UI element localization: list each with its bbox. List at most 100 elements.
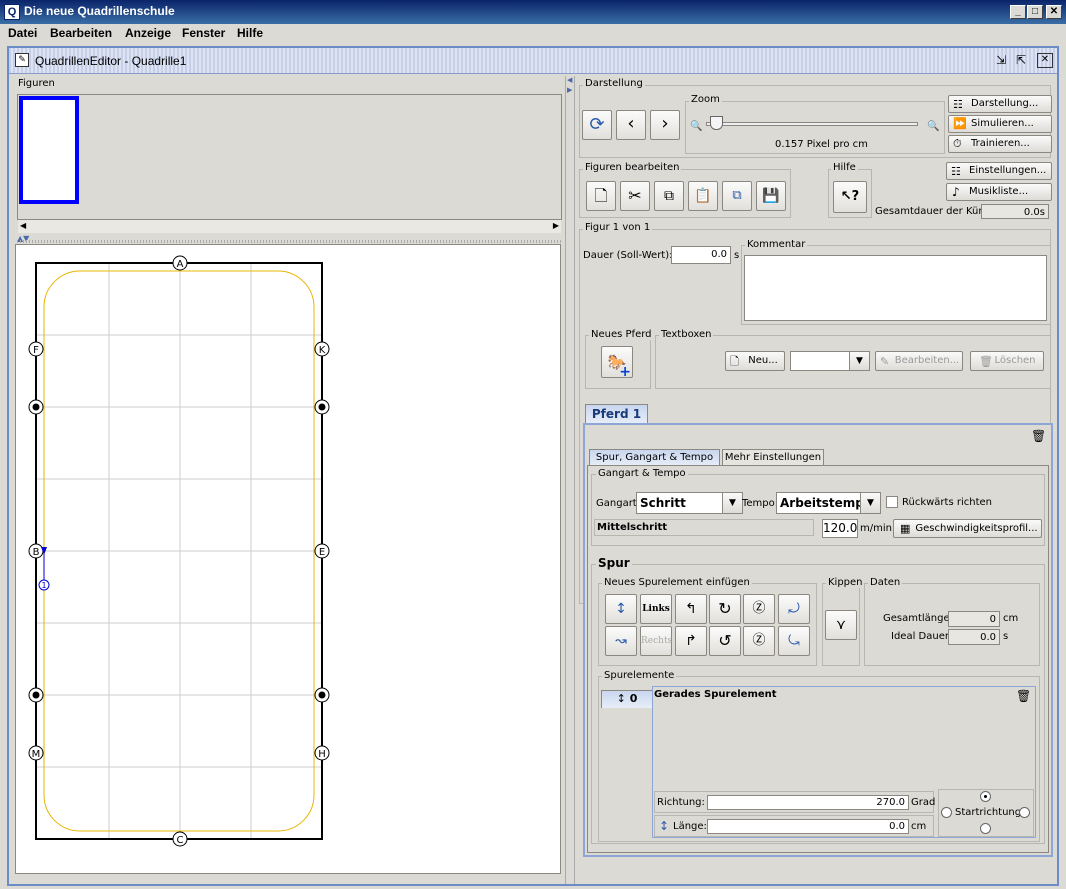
tempo-select[interactable]: Arbeitstempo ▼ bbox=[776, 492, 881, 514]
tab-mehr-einstellungen[interactable]: Mehr Einstellungen bbox=[722, 449, 824, 466]
splitter[interactable] bbox=[17, 240, 561, 243]
delete-element-icon[interactable]: 🗑 bbox=[1016, 689, 1031, 703]
turn-bottom-button[interactable]: ⤿ bbox=[778, 626, 810, 656]
paste-button[interactable]: 📋 bbox=[688, 181, 718, 211]
gesamtlaenge-unit: cm bbox=[1003, 613, 1019, 624]
turn-top-button[interactable]: ⤾ bbox=[778, 594, 810, 624]
z-circle-icon: Ⓩ bbox=[752, 601, 766, 616]
textbox-select[interactable]: ▼ bbox=[790, 351, 870, 371]
copy-button[interactable]: ⧉ bbox=[654, 181, 684, 211]
startrichtung-up-radio[interactable] bbox=[980, 791, 991, 802]
startrichtung-left-radio[interactable] bbox=[941, 807, 952, 818]
tab-spur-gangart-tempo[interactable]: Spur, Gangart & Tempo bbox=[589, 449, 720, 466]
circle-left-button[interactable]: ↻ bbox=[709, 594, 741, 624]
previous-figure-button[interactable]: ‹ bbox=[616, 110, 646, 140]
volte-left-button[interactable]: Ⓩ bbox=[743, 594, 775, 624]
pane-divider[interactable]: ◀ ▶ bbox=[565, 76, 575, 884]
menu-datei[interactable]: Datei bbox=[8, 26, 37, 40]
copy-icon: ⧉ bbox=[664, 188, 674, 204]
chevron-down-icon[interactable]: ▼ bbox=[849, 352, 869, 370]
menu-bar: Datei Bearbeiten Anzeige Fenster Hilfe bbox=[0, 24, 1066, 44]
zoom-in-icon[interactable]: 🔍 bbox=[927, 121, 939, 132]
editor-close-icon[interactable]: ✕ bbox=[1037, 53, 1053, 68]
menu-hilfe[interactable]: Hilfe bbox=[237, 26, 263, 40]
restore-icon[interactable]: ⇱ bbox=[1013, 53, 1029, 68]
menu-bearbeiten[interactable]: Bearbeiten bbox=[50, 26, 112, 40]
new-document-icon: 🗋 bbox=[594, 186, 608, 205]
free-curve-button[interactable]: ↝ bbox=[605, 626, 637, 656]
letter-k: K bbox=[319, 345, 326, 356]
startrichtung-down-radio[interactable] bbox=[980, 823, 991, 834]
speed-unit: m/min bbox=[860, 523, 892, 534]
figuren-scrollbar[interactable]: ◀ ▶ bbox=[18, 219, 561, 233]
divider-right-icon[interactable]: ▶ bbox=[567, 86, 572, 94]
delete-horse-icon[interactable]: 🗑 bbox=[1031, 429, 1046, 443]
editor-header: ✎ QuadrillenEditor - Quadrille1 ⇲ ⇱ ✕ bbox=[9, 48, 1057, 74]
circle-arrow-icon: ↺ bbox=[718, 631, 732, 650]
turn-icon: ⤿ bbox=[788, 633, 800, 649]
simulieren-button[interactable]: ⏩ Simulieren... bbox=[948, 115, 1052, 133]
figure-thumbnail[interactable] bbox=[19, 96, 79, 204]
list-settings-icon: ☷ bbox=[953, 98, 963, 111]
textbox-loeschen-button[interactable]: 🗑 Löschen bbox=[970, 351, 1044, 371]
iconify-icon[interactable]: ⇲ bbox=[993, 53, 1009, 68]
scroll-right-icon[interactable]: ▶ bbox=[553, 221, 559, 230]
zoom-out-icon[interactable]: 🔍 bbox=[690, 121, 702, 132]
spurelement-tab-0[interactable]: ↕ 0 bbox=[601, 690, 653, 708]
refresh-button[interactable]: ⟳ bbox=[582, 110, 612, 140]
tab-pferd-1[interactable]: Pferd 1 bbox=[585, 404, 648, 424]
chevron-down-icon[interactable]: ▼ bbox=[722, 493, 742, 513]
next-figure-button[interactable]: › bbox=[650, 110, 680, 140]
straight-element-button[interactable]: ↕ bbox=[605, 594, 637, 624]
kippen-label: Kippen bbox=[826, 577, 865, 588]
ideal-dauer-value: 0.0 bbox=[948, 629, 1000, 645]
quadrillen-editor-frame: ✎ QuadrillenEditor - Quadrille1 ⇲ ⇱ ✕ Fi… bbox=[7, 46, 1059, 886]
arena-canvas[interactable]: A C F B M K E H 1 bbox=[15, 244, 561, 874]
kippen-button[interactable]: ⋎ bbox=[825, 610, 857, 640]
duplicate-button[interactable]: ⧉ bbox=[722, 181, 752, 211]
close-button[interactable]: ✕ bbox=[1046, 5, 1062, 19]
musikliste-button[interactable]: ♪ Musikliste... bbox=[946, 183, 1052, 201]
einstellungen-button[interactable]: ☷ Einstellungen... bbox=[946, 162, 1052, 180]
links-button[interactable]: Links bbox=[640, 594, 672, 624]
minimize-button[interactable]: _ bbox=[1010, 5, 1026, 19]
arc-right-button[interactable]: ↱ bbox=[675, 626, 707, 656]
scroll-left-icon[interactable]: ◀ bbox=[20, 221, 26, 230]
zoom-slider-thumb[interactable] bbox=[710, 116, 723, 130]
rueckwaerts-checkbox[interactable] bbox=[886, 496, 898, 508]
turn-icon: ⤾ bbox=[788, 601, 800, 617]
startrichtung-right-radio[interactable] bbox=[1019, 807, 1030, 818]
arena-grid bbox=[36, 263, 322, 839]
chevron-down-icon[interactable]: ▼ bbox=[860, 493, 880, 513]
textbox-bearbeiten-button[interactable]: ✎ Bearbeiten... bbox=[875, 351, 963, 371]
new-horse-button[interactable]: 🐎 + bbox=[601, 346, 633, 379]
cut-button[interactable]: ✂ bbox=[620, 181, 650, 211]
save-button[interactable]: 💾 bbox=[756, 181, 786, 211]
maximize-button[interactable]: □ bbox=[1027, 5, 1043, 19]
new-figure-button[interactable]: 🗋 bbox=[586, 181, 616, 211]
trainieren-button[interactable]: ⏱ Trainieren... bbox=[948, 135, 1052, 153]
flip-icon: ⋎ bbox=[835, 617, 847, 633]
divider-left-icon[interactable]: ◀ bbox=[567, 76, 572, 84]
dauer-input[interactable]: 0.0 bbox=[671, 246, 731, 264]
menu-fenster[interactable]: Fenster bbox=[182, 26, 225, 40]
kommentar-textarea[interactable] bbox=[744, 255, 1047, 321]
geschwindigkeitsprofil-button[interactable]: ▦ Geschwindigkeitsprofil... bbox=[893, 519, 1042, 538]
kommentar-label: Kommentar bbox=[745, 239, 808, 250]
volte-right-button[interactable]: Ⓩ bbox=[743, 626, 775, 656]
gesamtlaenge-value: 0 bbox=[948, 611, 1000, 627]
textbox-neu-button[interactable]: 🗋 Neu... bbox=[725, 351, 785, 371]
rechts-button[interactable]: Rechts bbox=[640, 626, 672, 656]
gangart-select[interactable]: Schritt ▼ bbox=[636, 492, 743, 514]
figuren-bearbeiten-label: Figuren bearbeiten bbox=[583, 162, 682, 173]
richtung-input[interactable]: 270.0 bbox=[707, 795, 909, 810]
menu-anzeige[interactable]: Anzeige bbox=[125, 26, 171, 40]
zoom-value: 0.157 Pixel pro cm bbox=[775, 139, 868, 150]
context-help-button[interactable]: ↖? bbox=[833, 181, 867, 213]
gesamtdauer-label: Gesamtdauer der Kür: bbox=[875, 206, 986, 217]
circle-right-button[interactable]: ↺ bbox=[709, 626, 741, 656]
darstellung-button[interactable]: ☷ Darstellung... bbox=[948, 95, 1052, 113]
zoom-slider-track[interactable] bbox=[706, 122, 918, 126]
laenge-input[interactable]: 0.0 bbox=[707, 819, 909, 834]
arc-left-button[interactable]: ↰ bbox=[675, 594, 707, 624]
